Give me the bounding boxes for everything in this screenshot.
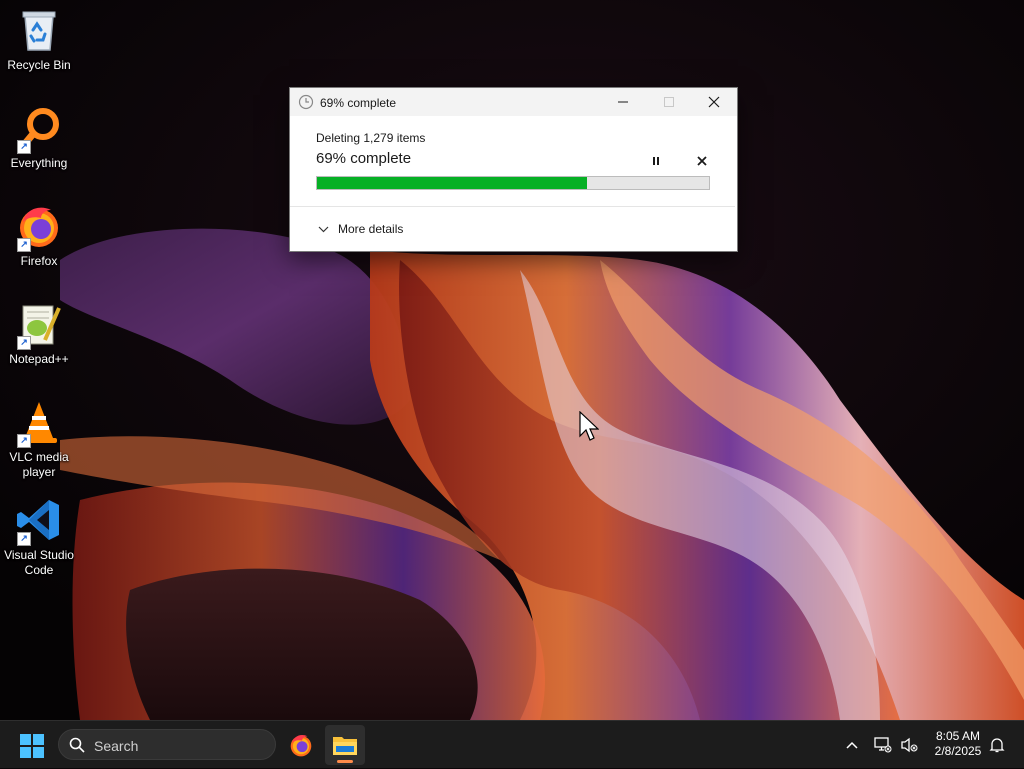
close-icon — [697, 156, 707, 166]
desktop-icon-everything[interactable]: ↗ Everything — [0, 98, 78, 171]
taskbar-search-box[interactable]: Search — [58, 729, 276, 760]
desktop-icon-recycle-bin[interactable]: Recycle Bin — [0, 0, 78, 73]
search-placeholder: Search — [94, 738, 139, 754]
desktop-icon-vlc[interactable]: ↗ VLC media player — [0, 392, 78, 480]
desktop-icon-notepad-plus-plus[interactable]: ↗ Notepad++ — [0, 294, 78, 367]
volume-muted-icon — [901, 737, 918, 753]
minimize-icon — [618, 101, 628, 103]
maximize-icon — [664, 97, 674, 107]
search-icon — [69, 737, 85, 753]
close-icon — [708, 96, 720, 108]
shortcut-arrow-icon: ↗ — [17, 336, 31, 350]
divider — [290, 206, 735, 207]
shortcut-arrow-icon: ↗ — [17, 238, 31, 252]
progress-bar — [316, 176, 710, 190]
clock-icon — [298, 94, 314, 110]
desktop-icon-label: Recycle Bin — [7, 58, 71, 72]
minimize-button[interactable] — [600, 88, 646, 116]
dialog-titlebar[interactable]: 69% complete — [290, 88, 737, 116]
vlc-cone-icon: ↗ — [15, 398, 63, 448]
firefox-icon: ↗ — [15, 202, 63, 252]
progress-status: 69% complete — [316, 150, 412, 167]
recycle-bin-icon — [15, 6, 63, 54]
shortcut-arrow-icon: ↗ — [17, 434, 31, 448]
file-explorer-icon — [333, 737, 357, 755]
taskbar-clock[interactable]: 8:05 AM 2/8/2025 — [926, 729, 990, 759]
desktop-icon-vscode[interactable]: ↗ Visual Studio Code — [0, 490, 78, 578]
windows-start-icon[interactable] — [20, 734, 44, 758]
clock-date: 2/8/2025 — [934, 744, 982, 758]
operation-description: Deleting 1,279 items — [316, 131, 426, 145]
dialog-title: 69% complete — [320, 96, 397, 110]
desktop-icon-label: Notepad++ — [9, 352, 69, 366]
desktop-icon-label: Everything — [10, 156, 68, 170]
taskbar-app-file-explorer[interactable] — [325, 725, 365, 765]
desktop-icon-label: VLC media player — [9, 450, 69, 479]
cancel-operation-button[interactable] — [692, 151, 712, 171]
shortcut-arrow-icon: ↗ — [17, 140, 31, 154]
active-app-indicator — [337, 760, 353, 763]
network-status-button[interactable] — [872, 721, 894, 769]
close-button[interactable] — [691, 88, 737, 116]
delete-progress-dialog: 69% complete Deleting 1,279 items 69% co… — [289, 87, 738, 252]
desktop-icon-firefox[interactable]: ↗ Firefox — [0, 196, 78, 269]
progress-bar-fill — [317, 177, 588, 189]
taskbar-app-firefox[interactable] — [281, 725, 321, 765]
pause-icon — [653, 157, 659, 165]
clock-time: 8:05 AM — [935, 729, 981, 743]
notifications-button[interactable] — [986, 721, 1008, 769]
pause-button[interactable] — [646, 151, 666, 171]
more-details-toggle[interactable]: More details — [318, 222, 403, 236]
everything-search-icon: ↗ — [15, 104, 63, 154]
desktop-icon-label: Firefox — [20, 254, 58, 268]
show-hidden-icons-button[interactable] — [841, 721, 863, 769]
taskbar: Search 8:05 AM 2/8/2025 — [0, 720, 1024, 768]
maximize-button[interactable] — [646, 88, 692, 116]
network-icon — [874, 737, 892, 753]
vscode-icon: ↗ — [15, 496, 63, 546]
shortcut-arrow-icon: ↗ — [17, 532, 31, 546]
chevron-down-icon — [318, 226, 329, 232]
firefox-icon — [290, 735, 312, 757]
chevron-up-icon — [846, 741, 858, 749]
mouse-cursor-icon — [579, 411, 599, 441]
desktop-icon-label: Visual Studio Code — [4, 548, 74, 577]
volume-button[interactable] — [898, 721, 920, 769]
bell-icon — [989, 738, 1005, 753]
more-details-label: More details — [338, 222, 404, 236]
notepad-plus-plus-icon: ↗ — [15, 300, 63, 350]
